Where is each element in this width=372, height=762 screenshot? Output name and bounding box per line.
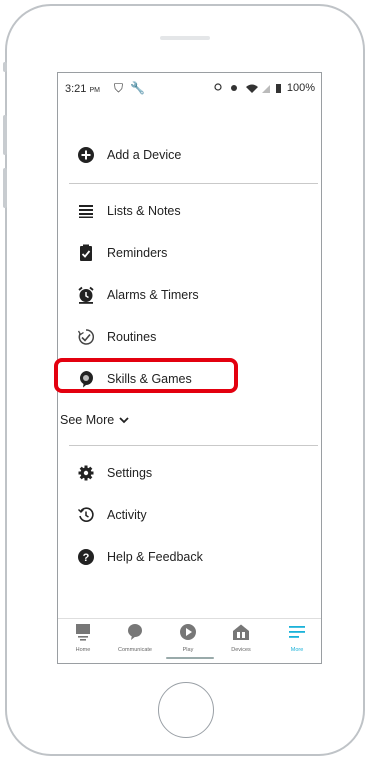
history-clock-icon: [77, 506, 95, 524]
see-more-label: See More: [60, 413, 115, 427]
tab-play[interactable]: Play: [163, 623, 213, 653]
skills-games-highlight: [54, 358, 238, 393]
phone-home-button[interactable]: [158, 682, 214, 738]
menu-routines[interactable]: Routines: [58, 321, 321, 353]
battery-percent: 100%: [286, 82, 315, 94]
status-icons: [214, 83, 281, 94]
home-icon: [76, 624, 90, 641]
play-icon: [180, 624, 196, 640]
divider: [69, 183, 318, 184]
gear-icon: [77, 464, 95, 482]
see-more-toggle[interactable]: See More: [60, 413, 129, 427]
menu-alarms-timers-label: Alarms & Timers: [107, 288, 199, 302]
list-icon: [77, 202, 95, 220]
menu-lists-notes-label: Lists & Notes: [107, 204, 181, 218]
phone-speaker: [160, 36, 210, 40]
menu-add-device-label: Add a Device: [107, 148, 182, 162]
menu-activity-label: Activity: [107, 508, 147, 522]
divider: [69, 445, 318, 446]
tab-home-label: Home: [75, 647, 91, 653]
devices-icon: [233, 624, 249, 640]
clipboard-check-icon: [77, 244, 95, 262]
menu-reminders-label: Reminders: [107, 246, 168, 260]
status-left-icons: ⛉ 🔧: [114, 81, 145, 96]
status-time: 3:21 PM: [65, 83, 100, 95]
side-button: [3, 62, 7, 72]
alarm-clock-icon: [77, 286, 95, 304]
menu-lists-notes[interactable]: Lists & Notes: [58, 195, 321, 227]
home-indicator: [166, 657, 214, 659]
status-right-icons: 100%: [214, 82, 315, 94]
help-icon: ?: [77, 548, 95, 566]
wrench-icon: 🔧: [130, 81, 146, 95]
tab-communicate[interactable]: Communicate: [110, 623, 160, 653]
tab-devices[interactable]: Devices: [216, 623, 266, 653]
routines-icon: [77, 328, 95, 346]
volume-down-button: [3, 168, 7, 208]
shield-icon: ⛉: [114, 81, 124, 95]
hamburger-icon: [289, 626, 305, 638]
tab-devices-label: Devices: [231, 647, 251, 653]
svg-text:?: ?: [83, 552, 90, 564]
tab-home[interactable]: Home: [58, 623, 108, 653]
menu-activity[interactable]: Activity: [58, 499, 321, 531]
tab-more-label: More: [290, 647, 304, 653]
chat-bubble-icon: [128, 624, 142, 640]
menu-alarms-timers[interactable]: Alarms & Timers: [58, 279, 321, 311]
add-circle-icon: [77, 146, 95, 164]
menu-help-feedback[interactable]: ? Help & Feedback: [58, 541, 321, 573]
menu-settings-label: Settings: [107, 466, 153, 480]
menu-help-feedback-label: Help & Feedback: [107, 550, 203, 564]
tab-play-label: Play: [182, 647, 194, 653]
menu-reminders[interactable]: Reminders: [58, 237, 321, 269]
menu-add-device[interactable]: Add a Device: [58, 139, 321, 171]
chevron-down-icon: [119, 413, 129, 427]
tab-more[interactable]: More: [272, 623, 321, 653]
volume-up-button: [3, 115, 7, 155]
status-bar: 3:21 PM ⛉ 🔧 100%: [58, 73, 321, 103]
menu-routines-label: Routines: [107, 330, 157, 344]
tab-communicate-label: Communicate: [118, 647, 152, 653]
menu-settings[interactable]: Settings: [58, 457, 321, 489]
